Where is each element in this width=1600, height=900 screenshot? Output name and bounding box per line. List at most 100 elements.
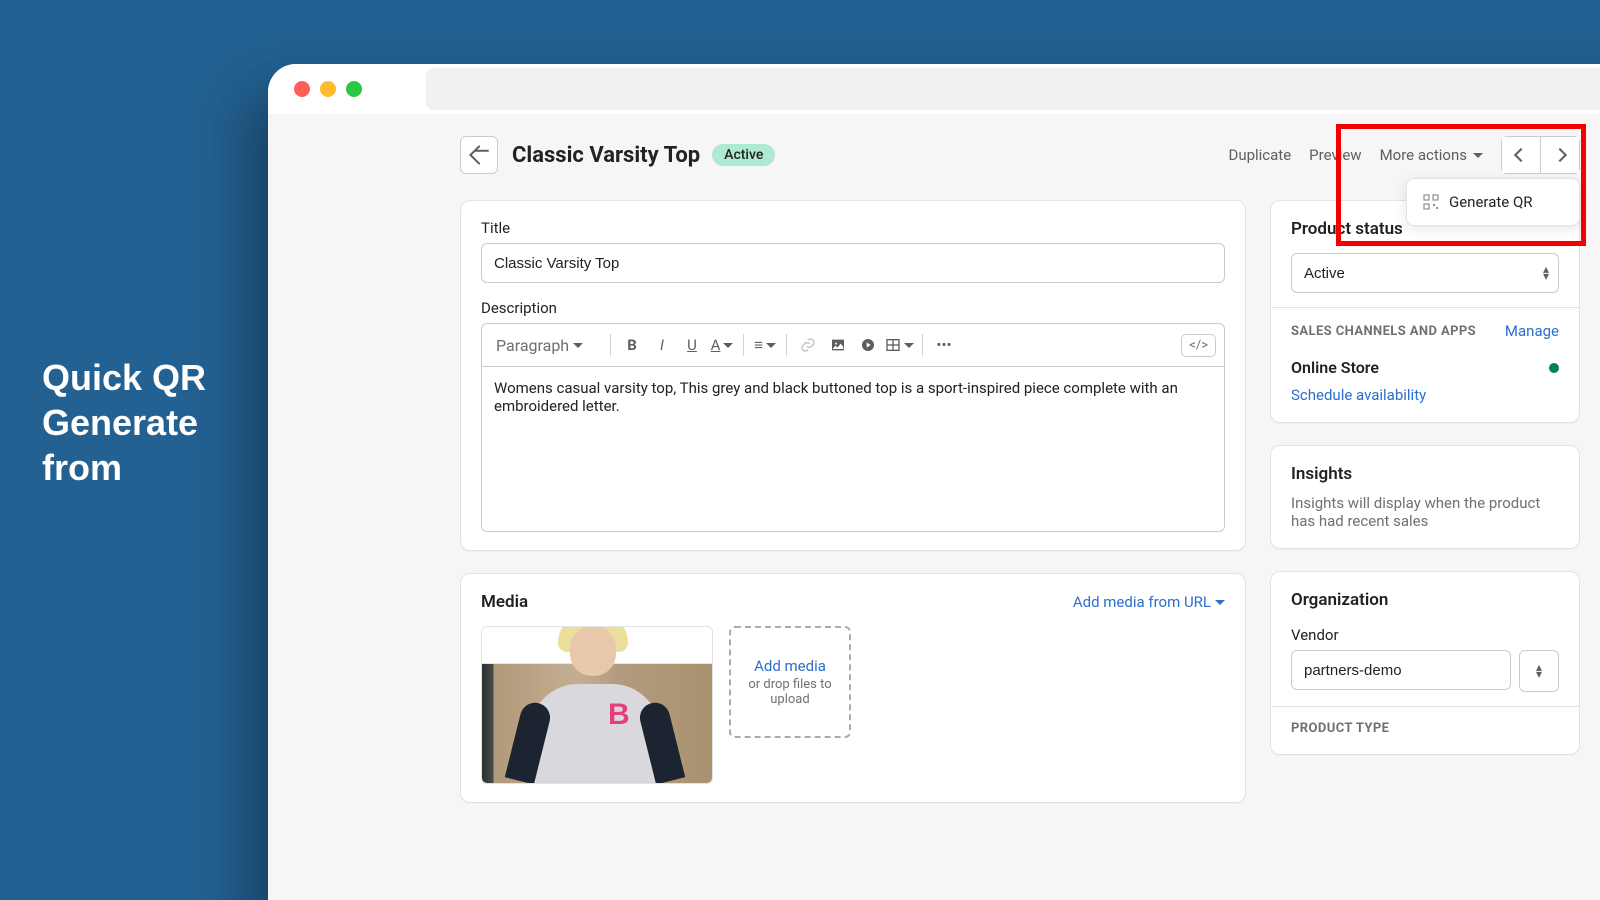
separator	[743, 334, 744, 356]
align-icon: ≡	[754, 336, 763, 354]
page-columns: Title Description Paragraph B I U	[460, 200, 1580, 825]
back-button[interactable]	[460, 136, 498, 174]
app-viewport: Classic Varsity Top Active Duplicate Pre…	[268, 114, 1600, 900]
arrow-left-icon	[469, 145, 489, 165]
media-thumbnail[interactable]: B	[481, 626, 713, 784]
duplicate-action[interactable]: Duplicate	[1228, 146, 1291, 164]
title-input[interactable]	[481, 243, 1225, 283]
text-color-icon: A	[711, 336, 721, 354]
caption-line: from	[42, 445, 206, 490]
italic-icon: I	[660, 336, 664, 354]
caret-down-icon	[1215, 600, 1225, 605]
media-title: Media	[481, 592, 528, 612]
generate-qr-item[interactable]: Generate QR	[1413, 185, 1573, 219]
url-bar[interactable]	[426, 68, 1600, 110]
channels-header-row: SALES CHANNELS AND APPS Manage	[1291, 322, 1559, 340]
product-status-card: Product status ▴▾ SALES CHANNELS AND APP…	[1270, 200, 1580, 423]
pager-nav	[1501, 136, 1580, 174]
header-actions: Duplicate Preview More actions	[1228, 136, 1580, 174]
table-icon	[885, 337, 901, 353]
insights-body: Insights will display when the product h…	[1291, 494, 1559, 530]
status-select[interactable]: ▴▾	[1291, 253, 1559, 293]
vendor-label: Vendor	[1291, 626, 1559, 644]
caret-down-icon	[766, 343, 776, 348]
photo-decoration: B	[530, 684, 660, 784]
more-formatting-button[interactable]: •••	[931, 331, 957, 359]
align-button[interactable]: ≡	[752, 331, 778, 359]
vendor-input-wrap	[1291, 650, 1511, 692]
photo-decoration: B	[608, 698, 630, 732]
next-product-button[interactable]	[1541, 136, 1580, 174]
online-store-label: Online Store	[1291, 358, 1379, 377]
manage-channels-link[interactable]: Manage	[1505, 322, 1559, 340]
bold-icon: B	[627, 336, 637, 354]
add-media-url-link[interactable]: Add media from URL	[1073, 593, 1225, 611]
insights-card: Insights Insights will display when the …	[1270, 445, 1580, 549]
window-zoom-dot[interactable]	[346, 81, 362, 97]
separator	[922, 334, 923, 356]
status-dot-icon	[1549, 363, 1559, 373]
separator	[786, 334, 787, 356]
format-label: Paragraph	[496, 336, 569, 355]
title-description-card: Title Description Paragraph B I U	[460, 200, 1246, 551]
preview-action[interactable]: Preview	[1309, 146, 1361, 164]
window-close-dot[interactable]	[294, 81, 310, 97]
vendor-row: ▴▾	[1291, 650, 1559, 692]
rte-toolbar: Paragraph B I U A ≡	[481, 323, 1225, 366]
photo-decoration	[570, 626, 616, 676]
paragraph-format-select[interactable]: Paragraph	[490, 336, 602, 355]
caption-line: Generate	[42, 400, 206, 445]
more-actions-dropdown[interactable]: More actions	[1380, 146, 1483, 164]
select-arrows-icon: ▴▾	[1543, 266, 1549, 280]
window-minimize-dot[interactable]	[320, 81, 336, 97]
code-icon: </>	[1189, 338, 1208, 353]
link-icon	[800, 337, 816, 353]
table-button[interactable]	[885, 331, 914, 359]
title-label: Title	[481, 219, 1225, 237]
separator	[610, 334, 611, 356]
description-label: Description	[481, 299, 1225, 317]
caret-down-icon	[723, 343, 733, 348]
drop-hint-text: or drop files to upload	[731, 677, 849, 707]
vendor-select-button[interactable]: ▴▾	[1519, 650, 1559, 692]
caption-line: Quick QR	[42, 355, 206, 400]
media-row: B Add media or drop files to upload	[481, 626, 1225, 784]
image-button[interactable]	[825, 331, 851, 359]
marketing-banner: Quick QR Generate from Classic Varsity T…	[0, 0, 1600, 900]
page-header: Classic Varsity Top Active Duplicate Pre…	[460, 128, 1580, 182]
status-badge: Active	[712, 144, 775, 166]
bold-button[interactable]: B	[619, 331, 645, 359]
channels-label: SALES CHANNELS AND APPS	[1291, 324, 1476, 339]
more-actions-label: More actions	[1380, 146, 1467, 164]
divider	[1271, 307, 1579, 308]
browser-chrome	[268, 64, 1600, 114]
vendor-input[interactable]	[1291, 650, 1511, 690]
caret-down-icon	[573, 343, 583, 348]
add-media-dropzone[interactable]: Add media or drop files to upload	[729, 626, 851, 738]
prev-product-button[interactable]	[1501, 136, 1541, 174]
chevron-left-icon	[1514, 148, 1528, 162]
underline-button[interactable]: U	[679, 331, 705, 359]
italic-button[interactable]: I	[649, 331, 675, 359]
qr-icon	[1423, 194, 1439, 210]
generate-qr-label: Generate QR	[1449, 193, 1533, 211]
schedule-availability-link[interactable]: Schedule availability	[1291, 386, 1426, 404]
organization-card: Organization Vendor ▴▾ PRODUCT TYPE	[1270, 571, 1580, 755]
organization-title: Organization	[1291, 590, 1559, 610]
html-view-button[interactable]: </>	[1181, 334, 1216, 357]
video-icon	[860, 337, 876, 353]
link-button[interactable]	[795, 331, 821, 359]
chevron-right-icon	[1553, 148, 1567, 162]
insights-title: Insights	[1291, 464, 1559, 484]
video-button[interactable]	[855, 331, 881, 359]
product-type-label: PRODUCT TYPE	[1291, 721, 1559, 736]
more-actions-menu: Generate QR	[1406, 178, 1580, 226]
description-editor[interactable]: Womens casual varsity top, This grey and…	[481, 366, 1225, 532]
text-color-button[interactable]: A	[709, 331, 735, 359]
online-store-row: Online Store	[1291, 358, 1559, 377]
media-card-header: Media Add media from URL	[481, 592, 1225, 612]
caption-text: Quick QR Generate from	[42, 355, 206, 490]
main-column: Title Description Paragraph B I U	[460, 200, 1246, 825]
caret-down-icon	[1473, 153, 1483, 158]
select-arrows-icon: ▴▾	[1536, 664, 1542, 678]
